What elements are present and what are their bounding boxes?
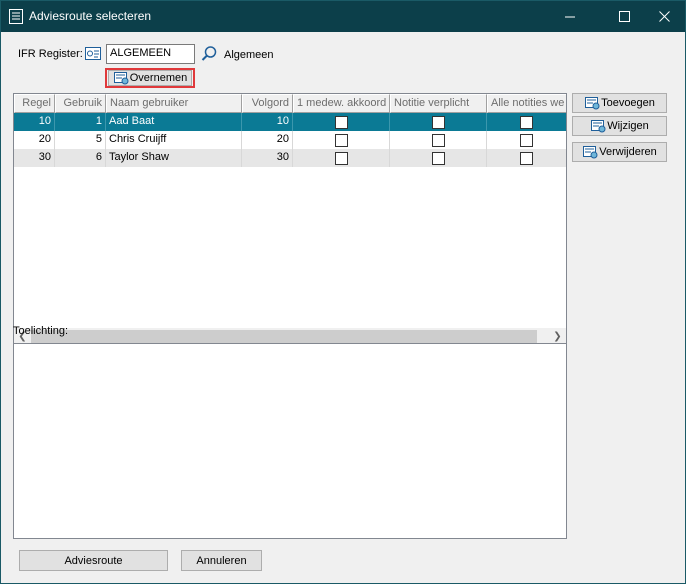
list-add-icon xyxy=(585,97,600,110)
alle-notities-checkbox[interactable] xyxy=(520,115,533,129)
cell-alle-notities xyxy=(487,149,566,167)
scroll-thumb[interactable] xyxy=(31,330,537,343)
notitie-checkbox[interactable] xyxy=(431,151,445,165)
minimize-button[interactable] xyxy=(547,1,593,32)
list-edit-icon xyxy=(113,72,129,85)
grid-body: 10 1 Aad Baat 10 20 5 Chris Cruijff 20 3… xyxy=(14,113,566,167)
notitie-checkbox[interactable] xyxy=(431,115,445,129)
alle-notities-checkbox[interactable] xyxy=(520,151,533,165)
column-header-regel[interactable]: Regel xyxy=(14,94,55,113)
cell-notitie xyxy=(390,149,487,167)
table-row[interactable]: 30 6 Taylor Shaw 30 xyxy=(14,149,566,167)
route-grid[interactable]: Regel Gebruik Naam gebruiker Volgord 1 m… xyxy=(13,93,567,346)
close-icon xyxy=(658,11,670,22)
wijzigen-button[interactable]: Wijzigen xyxy=(572,116,667,136)
toelichting-label: Toelichting: xyxy=(13,325,69,337)
verwijderen-label: Verwijderen xyxy=(599,146,657,158)
cell-akkoord xyxy=(293,131,390,149)
cell-regel: 10 xyxy=(14,113,55,131)
column-header-gebruiker[interactable]: Gebruik xyxy=(55,94,106,113)
cell-gebruiker: 6 xyxy=(55,149,106,167)
cell-naam: Chris Cruijff xyxy=(106,131,242,149)
title-bar[interactable]: Adviesroute selecteren xyxy=(1,1,685,32)
cell-gebruiker: 1 xyxy=(55,113,106,131)
dialog-window: Adviesroute selecteren IFR Register: ALG… xyxy=(0,0,686,584)
cell-volgorde: 10 xyxy=(242,113,293,131)
cell-naam: Taylor Shaw xyxy=(106,149,242,167)
cell-naam: Aad Baat xyxy=(106,113,242,131)
column-header-akkoord[interactable]: 1 medew. akkoord xyxy=(293,94,390,113)
cell-volgorde: 20 xyxy=(242,131,293,149)
grid-header: Regel Gebruik Naam gebruiker Volgord 1 m… xyxy=(14,94,566,113)
notitie-checkbox[interactable] xyxy=(431,133,445,147)
list-remove-icon xyxy=(583,146,598,159)
register-lookup-icon[interactable] xyxy=(85,46,102,61)
register-description: Algemeen xyxy=(224,49,274,61)
akkoord-checkbox[interactable] xyxy=(334,151,348,165)
cell-gebruiker: 5 xyxy=(55,131,106,149)
wijzigen-label: Wijzigen xyxy=(607,120,649,132)
cell-alle-notities xyxy=(487,113,566,131)
window-title: Adviesroute selecteren xyxy=(29,9,152,23)
column-header-naam[interactable]: Naam gebruiker xyxy=(106,94,242,113)
column-header-volgorde[interactable]: Volgord xyxy=(242,94,293,113)
list-edit-icon xyxy=(591,120,606,133)
cell-notitie xyxy=(390,113,487,131)
minimize-icon xyxy=(564,16,575,18)
toevoegen-label: Toevoegen xyxy=(601,97,655,109)
cell-akkoord xyxy=(293,149,390,167)
toelichting-textarea[interactable] xyxy=(13,343,567,539)
akkoord-checkbox[interactable] xyxy=(334,133,348,147)
annuleren-label: Annuleren xyxy=(196,554,247,567)
overnemen-button[interactable]: Overnemen xyxy=(108,70,192,86)
verwijderen-button[interactable]: Verwijderen xyxy=(572,142,667,162)
cell-volgorde: 30 xyxy=(242,149,293,167)
toevoegen-button[interactable]: Toevoegen xyxy=(572,93,667,113)
adviesroute-label: Adviesroute xyxy=(64,554,123,567)
cell-regel: 20 xyxy=(14,131,55,149)
akkoord-checkbox[interactable] xyxy=(334,115,348,129)
column-header-alle-notities[interactable]: Alle notities we xyxy=(487,94,566,113)
cell-regel: 30 xyxy=(14,149,55,167)
cell-alle-notities xyxy=(487,131,566,149)
cell-akkoord xyxy=(293,113,390,131)
annuleren-button[interactable]: Annuleren xyxy=(181,550,262,571)
register-label: IFR Register: xyxy=(18,48,83,60)
register-input[interactable]: ALGEMEEN xyxy=(106,44,195,64)
table-row[interactable]: 10 1 Aad Baat 10 xyxy=(14,113,566,131)
adviesroute-button[interactable]: Adviesroute xyxy=(19,550,168,571)
close-button[interactable] xyxy=(641,1,686,32)
document-list-icon xyxy=(9,9,23,24)
search-icon[interactable] xyxy=(201,45,218,62)
table-row[interactable]: 20 5 Chris Cruijff 20 xyxy=(14,131,566,149)
maximize-icon xyxy=(618,11,630,22)
alle-notities-checkbox[interactable] xyxy=(520,133,533,147)
dialog-client-area: IFR Register: ALGEMEEN Algemeen Overneme… xyxy=(1,32,685,583)
cell-notitie xyxy=(390,131,487,149)
overnemen-label: Overnemen xyxy=(129,72,188,84)
column-header-notitie[interactable]: Notitie verplicht xyxy=(390,94,487,113)
